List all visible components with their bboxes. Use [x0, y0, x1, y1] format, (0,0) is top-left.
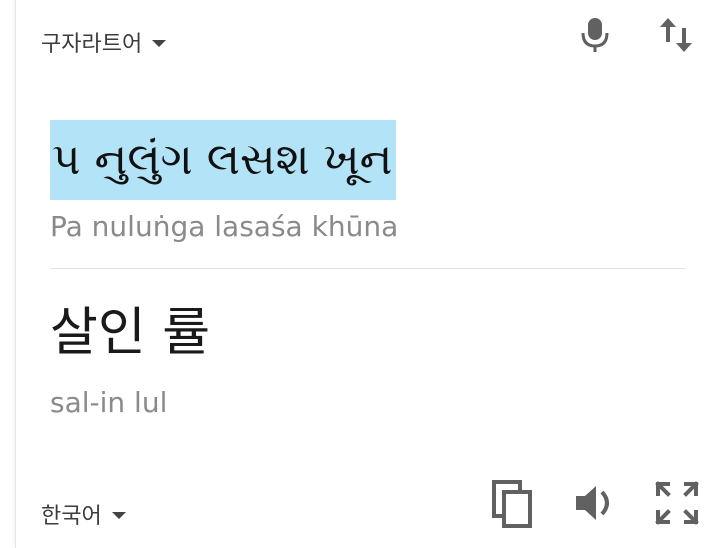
source-text[interactable]: પ નુલુંગ લસશ ખૂન — [50, 120, 397, 200]
swap-languages-icon — [660, 18, 692, 52]
source-language-label: 구자라트어 — [41, 32, 143, 57]
speaker-icon — [576, 486, 609, 520]
copy-icon — [492, 480, 532, 528]
translated-transliteration: sal-in lul — [50, 386, 168, 419]
source-transliteration: Pa nuluṅga lasaśa khūna — [50, 210, 399, 243]
microphone-icon — [581, 18, 609, 52]
translation-card: 구자라트어 પ નુલુંગ લસશ ખૂન Pa nuluṅga lasaśa… — [15, 0, 720, 548]
source-text-area[interactable]: પ નુલુંગ લસશ ખૂન — [50, 120, 397, 200]
target-language-selector[interactable]: 한국어 — [41, 498, 126, 530]
chevron-down-icon — [111, 512, 126, 519]
microphone-button[interactable] — [578, 14, 612, 54]
listen-button[interactable] — [572, 480, 620, 526]
swap-languages-button[interactable] — [656, 14, 696, 56]
divider — [50, 268, 686, 269]
source-language-selector[interactable]: 구자라트어 — [41, 26, 167, 58]
translated-text: 살인 률 — [50, 303, 211, 363]
target-language-label: 한국어 — [41, 504, 102, 529]
chevron-down-icon — [152, 40, 167, 47]
fullscreen-icon — [655, 481, 699, 525]
fullscreen-button[interactable] — [654, 480, 700, 526]
copy-button[interactable] — [490, 478, 536, 530]
